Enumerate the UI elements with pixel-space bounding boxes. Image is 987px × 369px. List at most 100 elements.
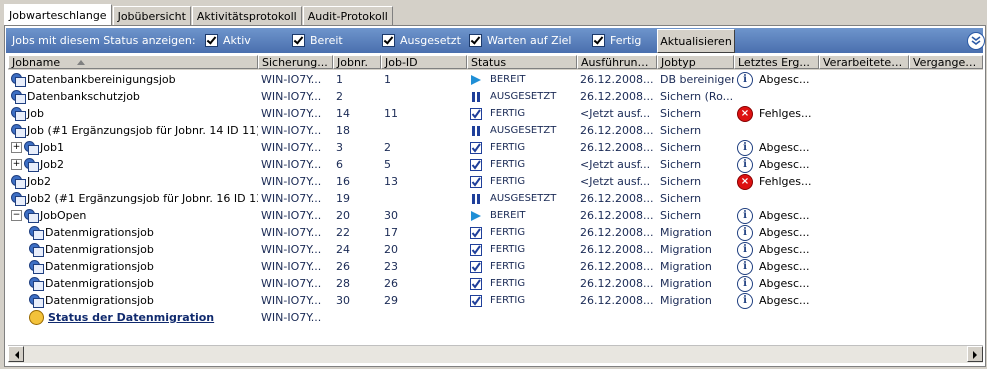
result-text: Abgesc...: [759, 141, 810, 154]
job-name: JobOpen: [40, 209, 87, 222]
table-row[interactable]: Datenmigrationsjob WIN-IO7Y... 26 23 FERTIG 2…: [8, 258, 983, 275]
scroll-right-icon[interactable]: [967, 346, 983, 362]
status-text: AUSGESETZT: [490, 125, 557, 136]
execution-time-cell: <Jetzt ausf...: [580, 175, 651, 188]
job-icon: [29, 294, 44, 308]
col-letztes-ergebnis-header[interactable]: Letztes Erg...: [734, 55, 819, 69]
horizontal-scrollbar[interactable]: [8, 345, 983, 363]
table-row[interactable]: Datenmigrationsjob WIN-IO7Y... 28 26 FERTIG 2…: [8, 275, 983, 292]
jobname-cell: Datenbankbereinigungsjob: [8, 71, 258, 88]
server-cell: WIN-IO7Y...: [261, 124, 322, 137]
jobid-cell: 1: [384, 73, 391, 86]
table-header: Jobname Sicherung... Jobnr. Job-ID Status Aus…: [8, 55, 983, 70]
table-row[interactable]: Datenbankschutzjob WIN-IO7Y... 2 AUSGESETZT…: [8, 88, 983, 105]
col-jobname-header[interactable]: Jobname: [8, 55, 258, 69]
table-row[interactable]: Datenmigrationsjob WIN-IO7Y... 24 20 FERTIG 2…: [8, 241, 983, 258]
col-ausfuehrung-header[interactable]: Ausführung...: [577, 55, 657, 69]
tab-audit-protokoll[interactable]: Audit-Protokoll: [302, 6, 393, 25]
job-icon: [11, 175, 26, 189]
jobname-cell: − JobOpen: [8, 207, 258, 224]
job-name: Job2 (#1 Ergänzungsjob für Jobnr. 16 ID …: [27, 192, 258, 205]
chevron-down-icon[interactable]: [967, 32, 985, 50]
job-icon: [29, 277, 44, 291]
filter-fertig-checkbox[interactable]: Fertig: [592, 34, 641, 47]
checkbox-icon: [292, 34, 305, 47]
result-text: Fehlges...: [759, 175, 812, 188]
jobnr-cell: 1: [336, 73, 343, 86]
col-verarbeitete-mb-header[interactable]: Verarbeitete MB: [819, 55, 909, 69]
jobid-cell: [381, 309, 467, 326]
col-vergangen-header[interactable]: Vergangen...: [909, 55, 983, 69]
filter-warten-checkbox[interactable]: Warten auf Ziel: [469, 34, 571, 47]
jobname-cell: Datenmigrationsjob: [8, 275, 258, 292]
table-row[interactable]: Status der Datenmigration WIN-IO7Y...: [8, 309, 983, 326]
job-name: Datenmigrationsjob: [45, 294, 154, 307]
jobnr-cell: 3: [336, 141, 343, 154]
jobid-cell: 26: [384, 277, 398, 290]
filter-aktiv-checkbox[interactable]: Aktiv: [205, 34, 251, 47]
col-jobtyp-header[interactable]: Jobtyp: [657, 55, 734, 69]
migration-status-link[interactable]: Status der Datenmigration: [48, 311, 214, 324]
execution-time-cell: 26.12.2008...: [580, 141, 654, 154]
table-row[interactable]: Job (#1 Ergänzungsjob für Jobnr. 14 ID 1…: [8, 122, 983, 139]
table-row[interactable]: + Job1 WIN-IO7Y... 3 2 FERTIG 26.12.2008... Sic…: [8, 139, 983, 156]
col-status-header[interactable]: Status: [467, 55, 577, 69]
tab-aktivitaetsprotokoll[interactable]: Aktivitätsprotokoll: [191, 6, 302, 25]
tab-jobwarteschlange[interactable]: Jobwarteschlange: [4, 4, 112, 26]
jobtype-cell: Sichern: [660, 158, 702, 171]
table-row[interactable]: Datenmigrationsjob WIN-IO7Y... 30 29 FERTIG 2…: [8, 292, 983, 309]
info-icon: i: [737, 241, 753, 258]
job-name: Job2: [40, 158, 64, 171]
expand-icon[interactable]: +: [11, 159, 22, 170]
job-icon: [11, 73, 26, 87]
table-row[interactable]: + Job2 WIN-IO7Y... 6 5 FERTIG <Jetzt ausf... Si…: [8, 156, 983, 173]
table-row[interactable]: Datenbankbereinigungsjob WIN-IO7Y... 1 1 BER…: [8, 71, 983, 88]
table-row[interactable]: Job2 (#1 Ergänzungsjob für Jobnr. 16 ID …: [8, 190, 983, 207]
jobid-cell: 5: [384, 158, 391, 171]
refresh-button[interactable]: Aktualisieren: [657, 29, 735, 53]
col-sicherung-header[interactable]: Sicherung...: [258, 55, 333, 69]
jobname-cell: Datenmigrationsjob: [8, 224, 258, 241]
jobid-cell: [381, 190, 467, 207]
last-result-cell: [734, 122, 819, 139]
paused-icon: [472, 125, 480, 136]
paused-icon: [472, 91, 480, 102]
table-row[interactable]: Job2 WIN-IO7Y... 16 13 FERTIG <Jetzt ausf... S…: [8, 173, 983, 190]
last-result-cell: i Abgesc...: [734, 275, 819, 292]
error-icon: ×: [737, 105, 753, 122]
expand-icon[interactable]: +: [11, 142, 22, 153]
done-check-icon: [470, 260, 482, 273]
status-text: FERTIG: [490, 142, 526, 153]
last-result-cell: i Abgesc...: [734, 156, 819, 173]
done-check-icon: [470, 107, 482, 120]
scroll-left-icon[interactable]: [8, 346, 24, 362]
col-jobid-header[interactable]: Job-ID: [381, 55, 467, 69]
status-filter-bar: Jobs mit diesem Status anzeigen: Aktiv B…: [6, 28, 985, 53]
status-cell: AUSGESETZT: [467, 122, 577, 139]
jobname-cell: + Job2: [8, 156, 258, 173]
table-row[interactable]: Job WIN-IO7Y... 14 11 FERTIG <Jetzt ausf... Si…: [8, 105, 983, 122]
execution-time-cell: [577, 309, 657, 326]
jobid-cell: 2: [384, 141, 391, 154]
info-icon: i: [737, 292, 753, 309]
filter-ausgesetzt-checkbox[interactable]: Ausgesetzt: [382, 34, 461, 47]
result-text: Abgesc...: [759, 158, 810, 171]
job-name: Datenmigrationsjob: [45, 243, 154, 256]
jobname-cell: Job: [8, 105, 258, 122]
jobid-cell: 17: [384, 226, 398, 239]
jobid-cell: 23: [384, 260, 398, 273]
filter-bereit-checkbox[interactable]: Bereit: [292, 34, 343, 47]
table-row[interactable]: − JobOpen WIN-IO7Y... 20 30 BEREIT 26.12.2008.…: [8, 207, 983, 224]
tab-jobuebersicht[interactable]: Jobübersicht: [112, 6, 191, 25]
collapse-icon[interactable]: −: [11, 210, 22, 221]
col-jobnr-header[interactable]: Jobnr.: [333, 55, 381, 69]
table-row[interactable]: Datenmigrationsjob WIN-IO7Y... 22 17 FERTIG 2…: [8, 224, 983, 241]
server-cell: WIN-IO7Y...: [261, 277, 322, 290]
status-cell: FERTIG: [467, 173, 577, 190]
info-icon: i: [737, 275, 753, 292]
jobnr-cell: 22: [336, 226, 350, 239]
job-icon: [24, 158, 39, 172]
jobtype-cell: Sichern: [660, 124, 702, 137]
jobtype-cell: Migration: [660, 226, 712, 239]
job-icon: [11, 192, 26, 206]
